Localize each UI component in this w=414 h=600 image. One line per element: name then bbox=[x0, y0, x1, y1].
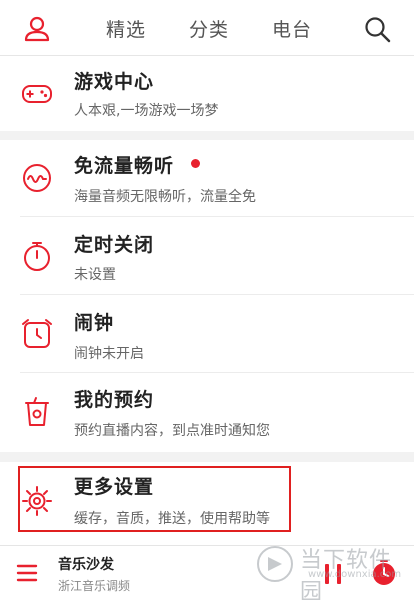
item-title: 闹钟 bbox=[74, 312, 115, 334]
item-subtitle: 预约直播内容，到点准时通知您 bbox=[74, 423, 270, 439]
section-gap bbox=[0, 452, 414, 462]
alarm-clock-icon bbox=[22, 319, 52, 348]
highlight-box bbox=[18, 466, 291, 532]
cup-icon bbox=[25, 397, 49, 426]
tab-featured[interactable]: 精选 bbox=[106, 15, 146, 42]
new-badge-dot bbox=[191, 159, 200, 168]
playlist-menu-icon[interactable] bbox=[16, 562, 38, 584]
menu-item-free-data[interactable]: 免流量畅听 海量音频无限畅听，流量全免 bbox=[0, 140, 414, 217]
gamepad-icon bbox=[22, 85, 52, 103]
stopwatch-icon bbox=[24, 242, 50, 271]
item-title: 游戏中心 bbox=[74, 71, 155, 93]
item-title: 免流量畅听 bbox=[74, 155, 175, 177]
item-subtitle: 未设置 bbox=[74, 267, 116, 283]
item-title: 定时关闭 bbox=[74, 234, 155, 256]
menu-item-sleep-timer[interactable]: 定时关闭 未设置 bbox=[0, 217, 414, 295]
section-gap bbox=[0, 131, 414, 140]
menu-item-alarm[interactable]: 闹钟 闹钟未开启 bbox=[0, 295, 414, 373]
menu-item-my-reservations[interactable]: 我的预约 预约直播内容，到点准时通知您 bbox=[0, 373, 414, 452]
watermark-url: www.downxia.com bbox=[308, 569, 402, 580]
item-subtitle: 海量音频无限畅听，流量全免 bbox=[74, 189, 256, 205]
tab-radio[interactable]: 电台 bbox=[272, 15, 312, 42]
watermark-logo-icon bbox=[257, 546, 293, 582]
top-navigation-bar: 精选 分类 电台 bbox=[0, 0, 414, 56]
now-playing-title: 音乐沙发 bbox=[58, 557, 114, 573]
search-icon[interactable] bbox=[362, 14, 392, 44]
wave-icon bbox=[23, 164, 51, 192]
menu-item-game-center[interactable]: 游戏中心 人本艰,一场游戏一场梦 bbox=[0, 57, 414, 131]
now-playing-channel: 浙江音乐调频 bbox=[58, 579, 131, 593]
item-subtitle: 闹钟未开启 bbox=[74, 346, 144, 362]
item-subtitle: 人本艰,一场游戏一场梦 bbox=[74, 103, 219, 119]
user-icon[interactable] bbox=[22, 14, 52, 44]
item-title: 我的预约 bbox=[74, 389, 155, 411]
tab-categories[interactable]: 分类 bbox=[189, 15, 229, 42]
watermark: 当下软件园 www.downxia.com bbox=[246, 541, 414, 600]
